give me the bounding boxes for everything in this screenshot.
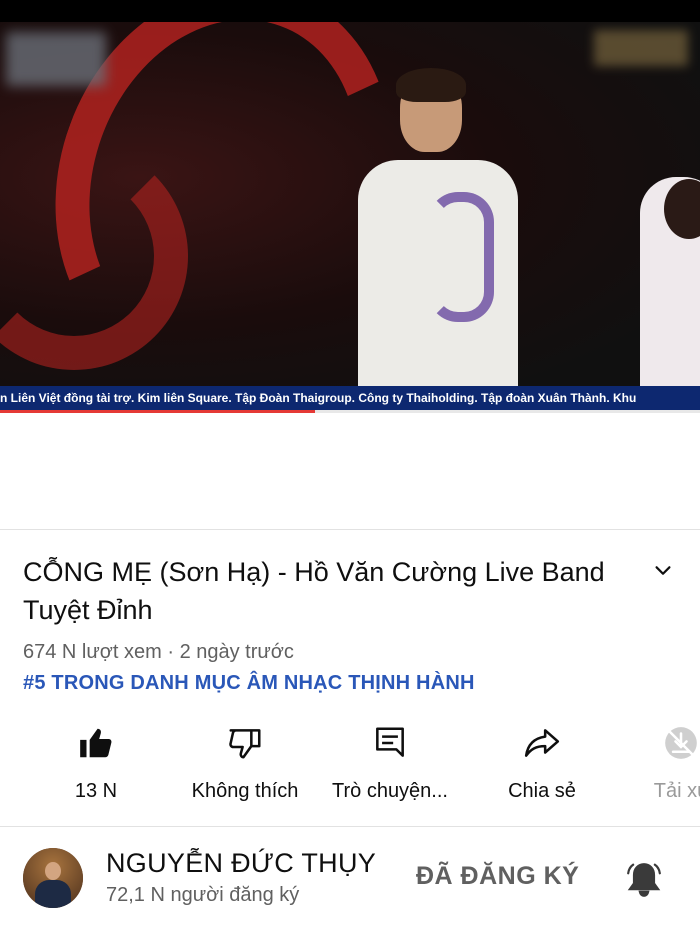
dislike-label: Không thích — [191, 780, 299, 802]
like-button[interactable]: 13 N — [56, 720, 136, 810]
trending-link[interactable]: #5 TRONG DANH MỤC ÂM NHẠC THỊNH HÀNH — [23, 672, 475, 695]
dislike-button[interactable]: Không thích — [180, 720, 310, 810]
download-button[interactable]: Tải xu — [636, 720, 700, 810]
chevron-down-icon[interactable] — [652, 560, 674, 582]
share-button[interactable]: Chia sẻ — [500, 720, 584, 810]
chat-button[interactable]: Trò chuyện... — [320, 720, 460, 810]
video-player[interactable]: n Liên Việt đồng tài trợ. Kim liên Squar… — [0, 22, 700, 410]
chat-label: Trò chuyện... — [332, 780, 448, 802]
download-label: Tải xu — [653, 780, 700, 802]
upload-date: 2 ngày trước — [179, 641, 294, 663]
chat-icon — [376, 727, 404, 757]
subscriber-count: 72,1 N người đăng ký — [106, 884, 300, 906]
thumbs-down-icon — [229, 729, 261, 759]
singer-figure — [358, 68, 518, 410]
share-label: Chia sẻ — [508, 780, 576, 802]
meta-separator: · — [161, 641, 180, 663]
blank-area — [0, 413, 700, 530]
divider — [0, 529, 700, 530]
avatar[interactable] — [23, 848, 83, 908]
bell-icon[interactable] — [624, 860, 664, 900]
ticker-text: n Liên Việt đồng tài trợ. Kim liên Squar… — [0, 391, 637, 405]
share-icon — [524, 729, 560, 757]
download-disabled-icon — [665, 727, 697, 759]
news-ticker: n Liên Việt đồng tài trợ. Kim liên Squar… — [0, 386, 700, 410]
subscribed-button[interactable]: ĐÃ ĐĂNG KÝ — [416, 862, 579, 891]
action-bar: 13 N Không thích Trò chuyện... Chia sẻ T… — [0, 720, 700, 810]
video-title[interactable]: CỖNG MẸ (Sơn Hạ) - Hồ Văn Cường Live Ban… — [23, 553, 623, 629]
status-bar — [0, 0, 700, 22]
divider — [0, 826, 700, 827]
channel-name[interactable]: NGUYỄN ĐỨC THỤY — [106, 848, 376, 879]
view-count: 674 N lượt xem — [23, 641, 162, 663]
channel-row: NGUYỄN ĐỨC THỤY 72,1 N người đăng ký ĐÃ … — [0, 828, 700, 942]
blurred-logo — [594, 30, 688, 66]
like-count: 13 N — [74, 780, 118, 802]
video-meta: 674 N lượt xem · 2 ngày trước — [23, 641, 294, 664]
blurred-logo — [6, 32, 106, 86]
thumbs-up-icon — [80, 728, 112, 758]
